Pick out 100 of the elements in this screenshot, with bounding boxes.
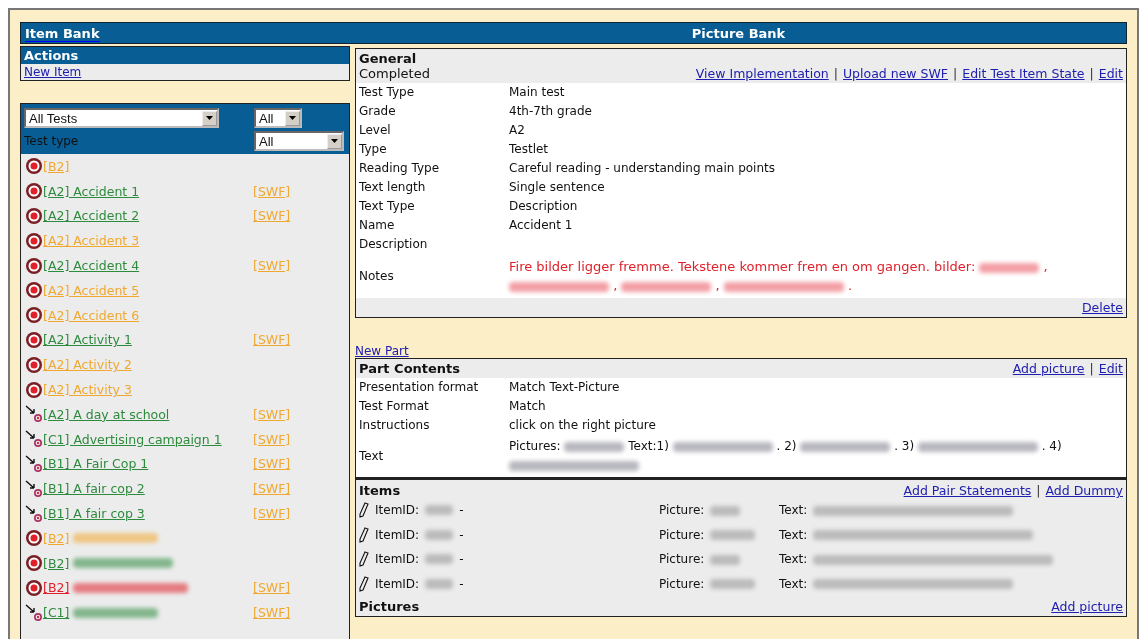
target-icon	[25, 355, 43, 374]
field-value: Match	[509, 398, 547, 415]
blurred-text	[710, 530, 756, 541]
field-value: click on the right picture	[509, 417, 657, 434]
field-value: Main test	[509, 84, 566, 101]
panel-title: Picture Bank	[691, 25, 786, 41]
test-dropdown[interactable]: All Tests	[24, 108, 219, 128]
blurred-text	[425, 554, 454, 565]
filter-label: Test type	[24, 134, 80, 148]
separator-text: |	[1089, 66, 1094, 81]
blurred-text	[564, 441, 625, 452]
field-label: Instructions	[359, 417, 431, 434]
link[interactable]: View Implementation	[695, 66, 829, 81]
level-dropdown[interactable]: All	[254, 108, 302, 128]
target-icon	[25, 182, 43, 201]
item-id-label: ItemID:	[375, 576, 420, 591]
separator-text: |	[1036, 483, 1041, 498]
link[interactable]: Edit	[1098, 361, 1123, 376]
arrow-target-icon	[25, 430, 43, 449]
status-text: Completed	[359, 66, 430, 81]
field-label: Test Format	[359, 398, 430, 415]
new-item-link[interactable]: New Item	[21, 64, 85, 80]
link[interactable]: Add picture	[1051, 599, 1123, 614]
picture-label: Picture:	[659, 503, 705, 518]
target-icon	[25, 529, 43, 548]
picture-label: Picture:	[659, 527, 705, 542]
field-label: Text length	[359, 179, 427, 196]
field-label: Type	[359, 141, 388, 158]
pencil-icon[interactable]	[359, 575, 369, 592]
picture-label: Picture:	[659, 576, 705, 591]
arrow-target-icon	[25, 405, 43, 424]
pencil-icon[interactable]	[359, 526, 369, 543]
target-icon	[25, 256, 43, 275]
note-text: . 3)	[894, 439, 915, 453]
item-id-label: ItemID:	[375, 552, 420, 567]
separator-text: |	[1089, 361, 1094, 376]
item-link[interactable]: [B1] A fair cop 3	[43, 506, 145, 522]
target-icon	[25, 306, 43, 325]
section-title: General	[359, 51, 418, 66]
field-value: Accident 1	[509, 217, 574, 234]
target-icon	[25, 231, 43, 250]
field-label: Text	[359, 447, 385, 465]
link[interactable]: Edit Test Item State	[962, 66, 1085, 81]
item-link[interactable]: [C1]	[43, 605, 70, 621]
note-text: . 2)	[776, 439, 797, 453]
text-label: Text:	[779, 503, 808, 518]
picture-label: Picture:	[659, 552, 705, 567]
panel-heading: Actions	[21, 47, 349, 64]
item-link[interactable]: [B1] A fair cop 2	[43, 481, 145, 497]
link[interactable]: Add picture	[1012, 361, 1085, 376]
pencil-icon[interactable]	[359, 551, 369, 568]
item-link[interactable]: [A2] Accident 4	[43, 258, 140, 274]
text-label: Text:	[779, 527, 808, 542]
field-label: Test Type	[359, 84, 415, 101]
field-label: Reading Type	[359, 160, 441, 177]
item-link[interactable]: [B2]	[43, 555, 70, 571]
link[interactable]: Add Dummy	[1045, 483, 1123, 498]
arrow-target-icon	[25, 479, 43, 498]
item-id-label: ItemID:	[375, 527, 420, 542]
arrow-target-icon	[25, 454, 43, 473]
blurred-text	[425, 505, 454, 516]
target-icon	[25, 281, 43, 300]
item-link[interactable]: [C1] Advertising campaign 1	[43, 431, 222, 447]
target-icon	[25, 578, 43, 597]
note-text: Text:1)	[628, 439, 669, 453]
item-link[interactable]: [A2] Accident 1	[43, 183, 140, 199]
blurred-text	[979, 262, 1040, 273]
field-label: Level	[359, 122, 392, 139]
field-label: Description	[359, 236, 429, 253]
arrow-target-icon	[25, 504, 43, 523]
note-text: ,	[1043, 259, 1048, 274]
note-text: ,	[715, 278, 720, 293]
target-icon	[25, 380, 43, 399]
note-text: . 4)	[1041, 439, 1062, 453]
blurred-text	[710, 579, 756, 590]
note-text: .	[848, 278, 853, 293]
field-value: A2	[509, 122, 526, 139]
new-part-link[interactable]: New Part	[355, 344, 409, 358]
text-label: Text:	[779, 552, 808, 567]
pencil-icon[interactable]	[359, 502, 369, 519]
item-link[interactable]: [A2] Accident 2	[43, 208, 140, 224]
separator-text: |	[953, 66, 958, 81]
section-title: Part Contents	[359, 361, 461, 376]
item-link[interactable]: [A2] Activity 1	[43, 332, 132, 348]
note-text: Fire bilder ligger fremme. Tekstene kommer frem en om gangen. bilder:	[509, 259, 976, 274]
item-link[interactable]: [A2] A day at school	[43, 406, 170, 422]
link[interactable]: Edit	[1098, 66, 1123, 81]
item-link[interactable]: [B2]	[43, 580, 70, 596]
delete-link[interactable]: Delete	[1081, 300, 1123, 315]
blurred-text	[710, 554, 741, 565]
field-label: Text Type	[359, 198, 416, 215]
link[interactable]: Add Pair Statements	[903, 483, 1032, 498]
note-text: ,	[613, 278, 618, 293]
item-link[interactable]: [B1] A Fair Cop 1	[43, 456, 149, 472]
type-dropdown[interactable]: All	[254, 131, 344, 151]
blurred-text	[425, 578, 454, 589]
link[interactable]: Upload new SWF	[842, 66, 949, 81]
field-label: Grade	[359, 103, 397, 120]
field-label: Name	[359, 217, 396, 234]
dash-text: -	[459, 503, 464, 518]
